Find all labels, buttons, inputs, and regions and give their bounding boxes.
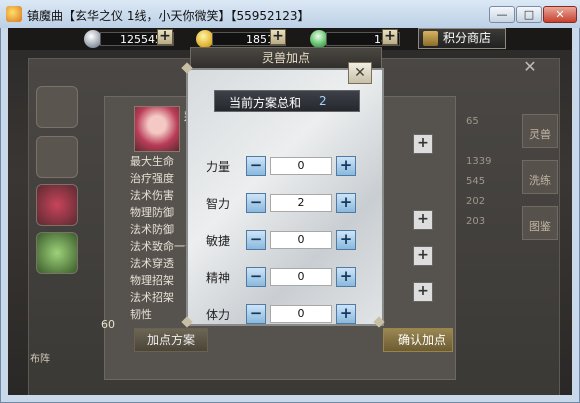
stat-label: 治疗强度 [130, 172, 174, 185]
agility-minus-button[interactable]: − [246, 230, 266, 250]
spirit-minus-button[interactable]: − [246, 267, 266, 287]
pet-slot-2[interactable] [36, 136, 78, 178]
agility-value-input[interactable]: 0 [270, 231, 332, 249]
pet-level: 60 [101, 318, 115, 331]
pet-portrait [134, 106, 180, 152]
pet-panel-close-button[interactable]: ✕ [521, 58, 539, 76]
window-title: 镇魔曲【玄华之仪 1线，小天你微笑】【55952123】 [27, 9, 310, 23]
intellect-minus-button[interactable]: − [246, 193, 266, 213]
strength-value-input[interactable]: 0 [270, 157, 332, 175]
score-shop-button[interactable]: 积分商店 [418, 28, 506, 49]
stat-label: 物理招架 [130, 274, 174, 287]
tab-refine[interactable]: 洗练 [522, 160, 558, 194]
plan-total-label: 当前方案总和 [229, 96, 302, 110]
spirit-plus-button[interactable]: + [336, 267, 356, 287]
stamina-value-input[interactable]: 0 [270, 305, 332, 323]
confirm-points-button[interactable]: 确认加点 [383, 328, 453, 352]
strength-minus-button[interactable]: − [246, 156, 266, 176]
formation-button[interactable]: 布阵 [30, 350, 66, 366]
add-silver-button[interactable]: + [157, 29, 173, 45]
stat-label: 韧性 [130, 308, 152, 321]
stat-label: 最大生命 [130, 155, 174, 168]
minimize-button[interactable]: — [489, 6, 515, 23]
intellect-plus-button[interactable]: + [336, 193, 356, 213]
shop-icon [423, 31, 438, 46]
stat-label: 法术招架 [130, 291, 174, 304]
attr-label-spirit: 精神 [206, 271, 231, 285]
stat-label: 法术防御 [130, 223, 174, 236]
stat-plus-button[interactable]: + [413, 210, 433, 230]
stat-value: 65 [466, 116, 479, 127]
spirit-value-input[interactable]: 0 [270, 268, 332, 286]
stat-label: 法术伤害 [130, 189, 174, 202]
score-shop-label: 积分商店 [443, 31, 492, 45]
stat-value: 202 [466, 196, 486, 207]
intellect-value-input[interactable]: 2 [270, 194, 332, 212]
dialog-close-button[interactable]: ✕ [348, 62, 372, 84]
pet-slot-4[interactable] [36, 232, 78, 274]
pet-slot-1[interactable] [36, 86, 78, 128]
title-bar[interactable]: 镇魔曲【玄华之仪 1线，小天你微笑】【55952123】 — □ ✕ [0, 0, 580, 28]
maximize-button[interactable]: □ [516, 6, 542, 23]
plan-total-value: 2 [319, 94, 327, 108]
tab-pet[interactable]: 灵兽 [522, 114, 558, 148]
stat-value: 203 [466, 216, 486, 227]
tab-codex[interactable]: 图鉴 [522, 206, 558, 240]
app-icon [6, 6, 22, 22]
stat-plus-button[interactable]: + [413, 282, 433, 302]
attr-label-intellect: 智力 [206, 197, 231, 211]
agility-plus-button[interactable]: + [336, 230, 356, 250]
stat-plus-button[interactable]: + [413, 246, 433, 266]
plan-total-row: 当前方案总和 2 [214, 90, 360, 112]
attr-label-stamina: 体力 [206, 308, 231, 322]
strength-plus-button[interactable]: + [336, 156, 356, 176]
stat-label: 法术穿透 [130, 257, 174, 270]
add-gold-button[interactable]: + [270, 29, 286, 45]
stat-label: 物理防御 [130, 206, 174, 219]
attr-label-strength: 力量 [206, 160, 231, 174]
add-plan-button[interactable]: 加点方案 [134, 328, 208, 352]
stat-value: 545 [466, 176, 486, 187]
attr-label-agility: 敏捷 [206, 234, 231, 248]
pet-slot-3[interactable] [36, 184, 78, 226]
close-window-button[interactable]: ✕ [543, 6, 577, 23]
stat-plus-button[interactable]: + [413, 134, 433, 154]
add-jade-button[interactable]: + [382, 29, 398, 45]
stamina-plus-button[interactable]: + [336, 304, 356, 324]
stamina-minus-button[interactable]: − [246, 304, 266, 324]
stat-value: 1339 [466, 156, 492, 167]
